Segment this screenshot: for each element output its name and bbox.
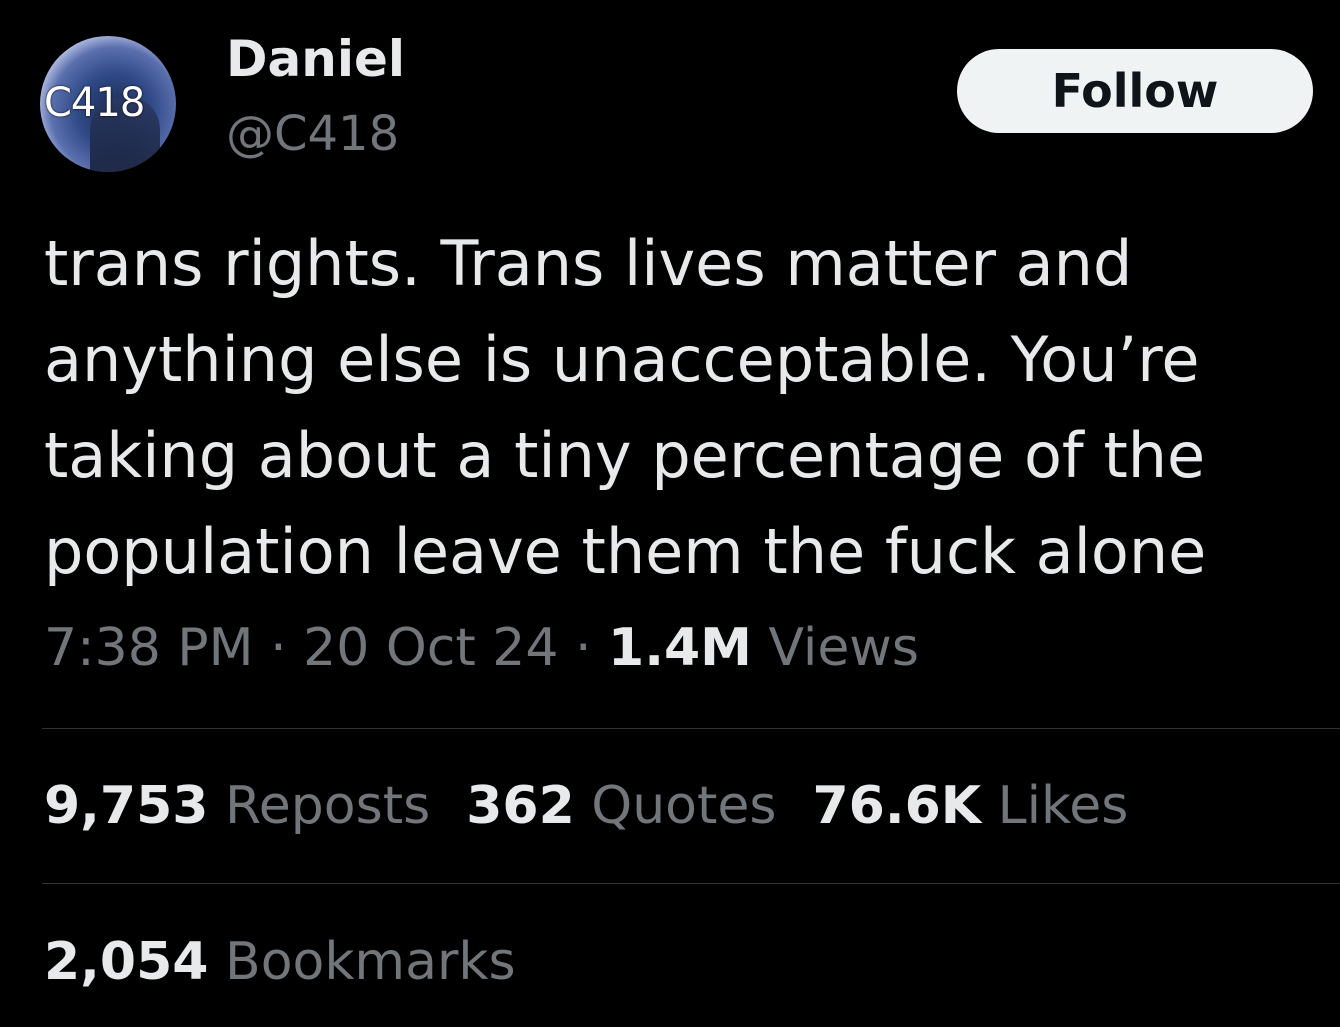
reposts-label: Reposts (225, 776, 431, 836)
meta-separator: · (574, 618, 592, 678)
quotes-label: Quotes (591, 776, 777, 836)
tweet-text-line: trans rights. Trans lives matter and (44, 227, 1133, 300)
quotes-count: 362 (466, 776, 575, 836)
views-label: Views (768, 618, 919, 678)
engagement-stats: 9,753 Reposts 362 Quotes 76.6K Likes (44, 776, 1164, 836)
avatar-logo-text: C418 (44, 80, 145, 126)
author-handle[interactable]: @C418 (226, 110, 399, 158)
reposts-count: 9,753 (44, 776, 209, 836)
tweet-meta: 7:38 PM · 20 Oct 24 · 1.4M Views (44, 618, 919, 678)
avatar[interactable]: C418 (40, 36, 176, 172)
bookmarks-count: 2,054 (44, 932, 209, 992)
author-name[interactable]: Daniel (226, 34, 405, 84)
tweet-date[interactable]: 20 Oct 24 (303, 618, 558, 678)
likes-stat[interactable]: 76.6K Likes (812, 776, 1129, 836)
tweet-text-line: population leave them the fuck alone (44, 515, 1207, 588)
tweet-time[interactable]: 7:38 PM (44, 618, 254, 678)
tweet-header: C418 Daniel @C418 Follow (0, 0, 1340, 190)
tweet-text: trans rights. Trans lives matter and any… (44, 216, 1314, 600)
meta-separator: · (270, 618, 287, 678)
divider (42, 883, 1340, 884)
likes-label: Likes (997, 776, 1129, 836)
bookmarks-stat[interactable]: 2,054 Bookmarks (44, 932, 516, 992)
views-count: 1.4M (608, 618, 752, 678)
divider (42, 728, 1340, 729)
tweet-text-line: taking about a tiny percentage of the (44, 419, 1206, 492)
tweet-text-line: anything else is unacceptable. You’re (44, 323, 1200, 396)
likes-count: 76.6K (812, 776, 982, 836)
quotes-stat[interactable]: 362 Quotes (466, 776, 777, 836)
reposts-stat[interactable]: 9,753 Reposts (44, 776, 431, 836)
follow-button[interactable]: Follow (957, 49, 1313, 133)
bookmarks-label: Bookmarks (225, 932, 516, 992)
